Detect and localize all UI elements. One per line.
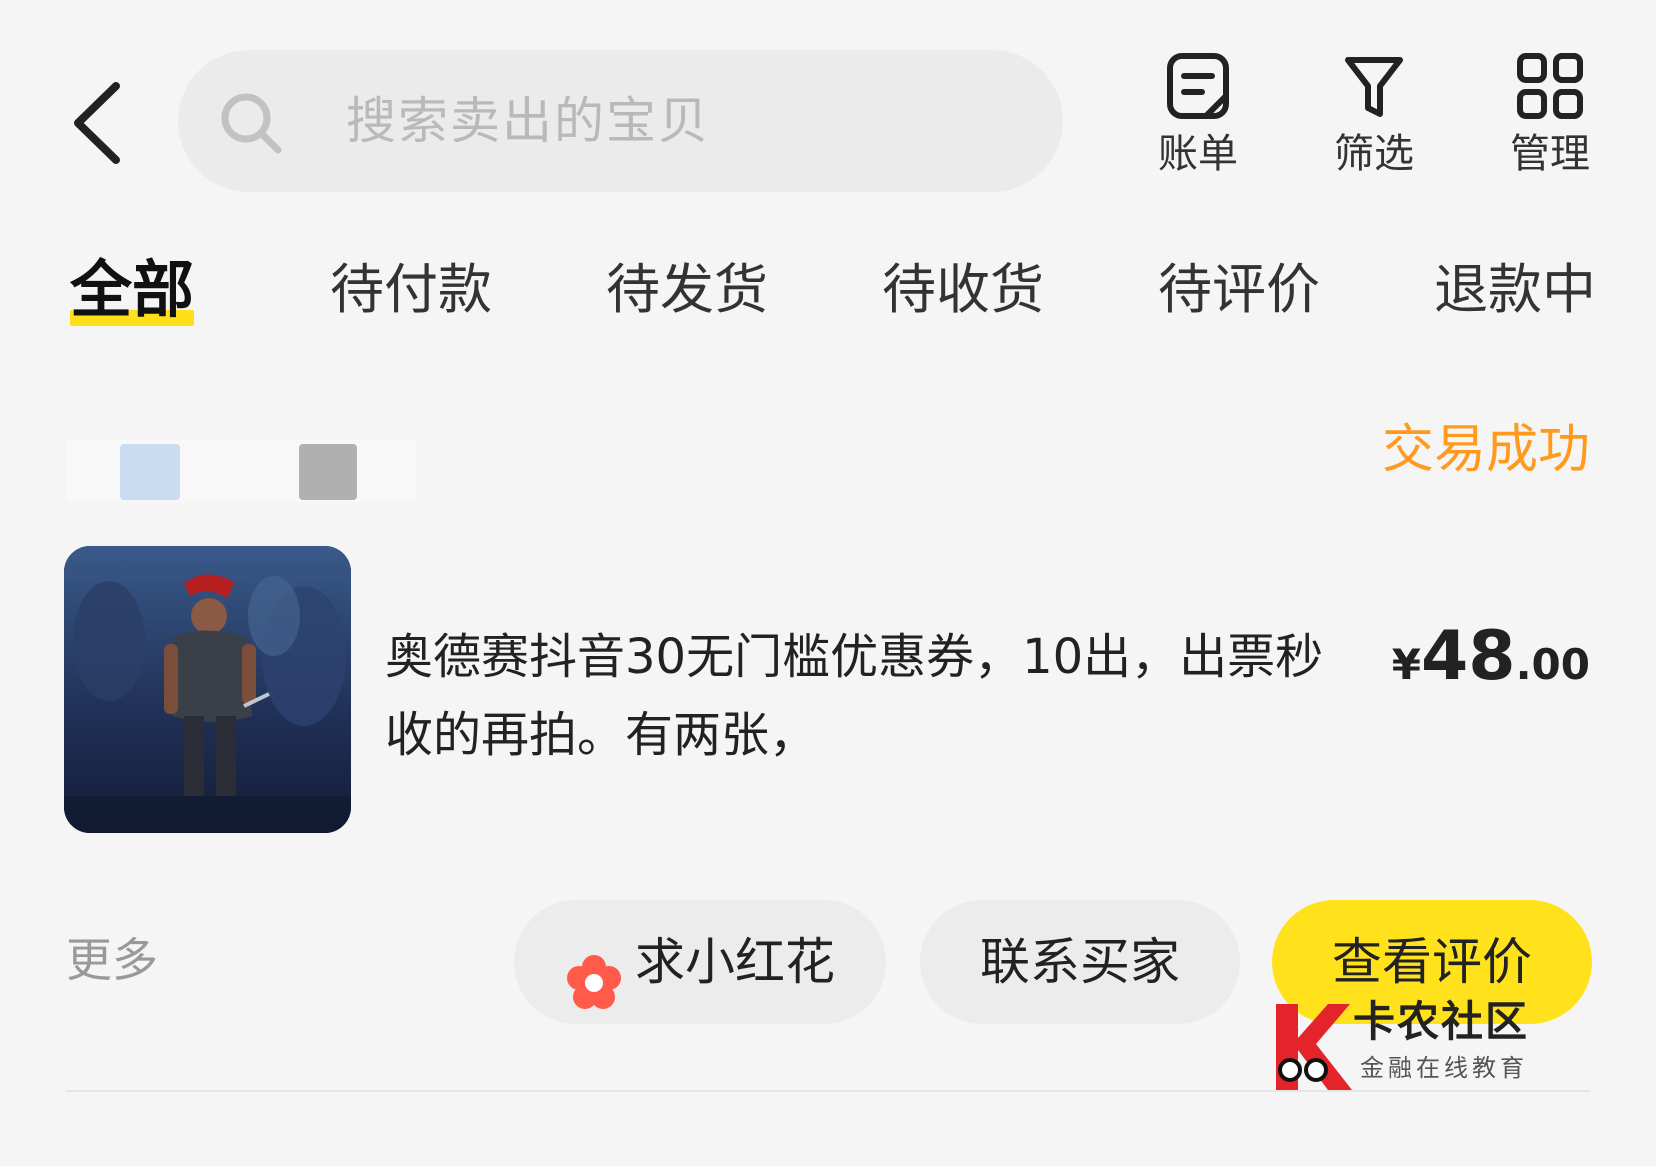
price-currency: ¥ [1391, 640, 1421, 689]
tab-pending-receipt[interactable]: 待收货 [882, 250, 1044, 330]
tab-label: 待付款 [330, 258, 492, 321]
tab-label: 待收货 [882, 258, 1044, 321]
tab-pending-review[interactable]: 待评价 [1158, 250, 1320, 330]
tab-label: 待发货 [606, 258, 768, 321]
contact-buyer-button[interactable]: 联系买家 [920, 900, 1240, 1024]
filter-label: 筛选 [1334, 131, 1414, 177]
flower-button[interactable]: 求小红花 [514, 900, 886, 1024]
bill-icon [1138, 50, 1258, 122]
bill-label: 账单 [1158, 131, 1238, 177]
more-button[interactable]: 更多 [66, 930, 158, 990]
tab-label: 退款中 [1434, 258, 1596, 321]
watermark-title: 卡农社区 [1353, 997, 1530, 1046]
flower-button-label: 求小红花 [635, 933, 835, 991]
price-decimal: .00 [1515, 640, 1590, 689]
product-title[interactable]: 奥德赛抖音30无门槛优惠券，10出，出票秒收的再拍。有两张， [385, 618, 1350, 774]
price-integer: 48 [1420, 617, 1516, 696]
buyer-name-redacted [299, 444, 357, 500]
filter-button[interactable]: 筛选 [1314, 50, 1434, 180]
watermark: 卡农社区 金融在线教育 [1268, 994, 1558, 1104]
bill-button[interactable]: 账单 [1138, 50, 1258, 180]
tab-pending-shipment[interactable]: 待发货 [606, 250, 768, 330]
contact-buyer-label: 联系买家 [980, 933, 1180, 991]
view-review-label: 查看评价 [1332, 933, 1532, 991]
tab-refunding[interactable]: 退款中 [1434, 250, 1596, 330]
watermark-logo-icon [1268, 998, 1354, 1094]
search-icon [218, 90, 284, 156]
filter-icon [1314, 50, 1434, 122]
tab-all[interactable]: 全部 [70, 250, 195, 330]
search-bar[interactable]: 搜索卖出的宝贝 [178, 50, 1063, 192]
redaction-block [66, 440, 416, 502]
back-icon[interactable] [68, 78, 128, 168]
watermark-subtitle: 金融在线教育 [1360, 1054, 1528, 1082]
manage-label: 管理 [1510, 131, 1590, 177]
grid-icon [1490, 50, 1610, 122]
tab-label: 全部 [70, 253, 195, 326]
product-image[interactable] [64, 546, 351, 833]
order-status: 交易成功 [1381, 420, 1590, 480]
top-bar: 搜索卖出的宝贝 账单 筛选 管理 [0, 0, 1656, 215]
order-price: ¥48.00 [1392, 618, 1590, 713]
buyer-avatar [120, 444, 180, 500]
tab-pending-payment[interactable]: 待付款 [330, 250, 492, 330]
tab-label: 待评价 [1158, 258, 1320, 321]
order-tabs: 全部 待付款 待发货 待收货 待评价 退款中 [0, 250, 1656, 340]
buyer-info-redacted[interactable] [66, 440, 416, 502]
flower-icon [565, 933, 623, 1009]
search-placeholder: 搜索卖出的宝贝 [346, 92, 710, 150]
manage-button[interactable]: 管理 [1490, 50, 1610, 180]
